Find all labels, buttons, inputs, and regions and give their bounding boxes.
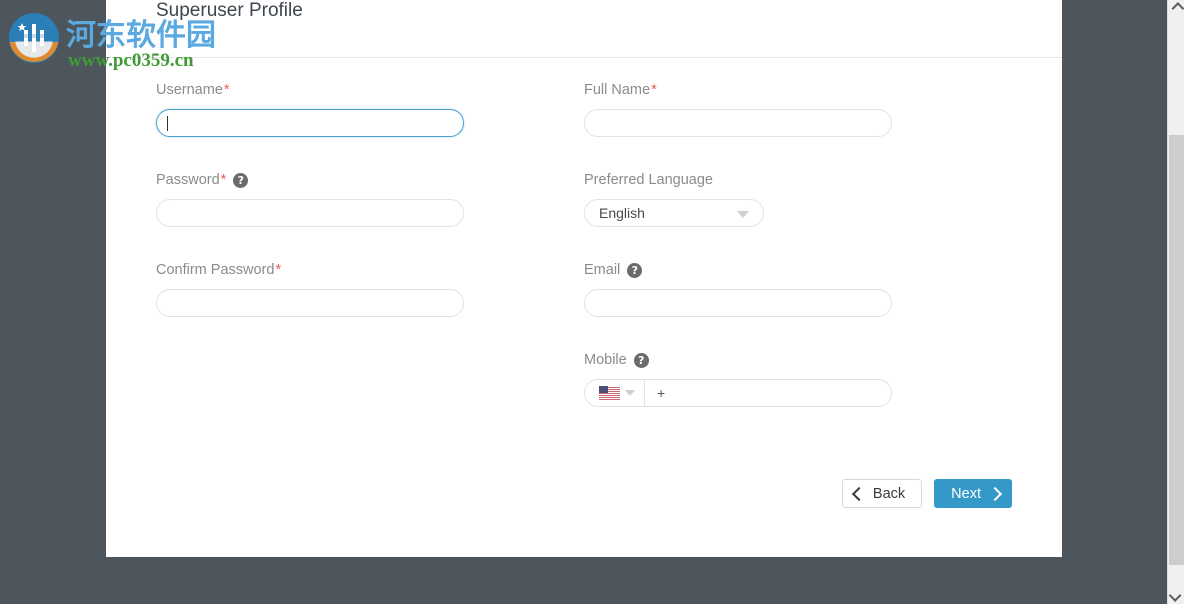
field-confirm-password: Confirm Password *: [156, 261, 464, 317]
superuser-profile-form: Username * Password * ? Confirm Password *: [106, 57, 1062, 557]
chevron-down-icon: [1168, 589, 1181, 602]
vertical-scrollbar[interactable]: [1167, 0, 1184, 604]
username-label-text: Username: [156, 82, 223, 98]
username-required-mark: *: [223, 82, 230, 98]
chevron-up-icon: [1171, 2, 1184, 15]
question-mark-icon[interactable]: ?: [633, 352, 649, 368]
mobile-label-text: Mobile: [584, 352, 627, 368]
full-name-input[interactable]: [584, 109, 892, 137]
password-label-text: Password: [156, 172, 220, 188]
field-email: Email ?: [584, 261, 892, 317]
preferred-language-label: Preferred Language: [584, 171, 892, 189]
next-button-label: Next: [951, 485, 981, 502]
back-button-label: Back: [872, 485, 906, 502]
triangle-down-icon: [624, 390, 635, 396]
page-title: Superuser Profile: [156, 0, 303, 21]
chevron-right-icon: [987, 486, 1003, 501]
wizard-panel: Superuser Profile Username * Password * ?: [106, 0, 1062, 557]
scroll-up-button[interactable]: [1168, 0, 1184, 17]
username-input[interactable]: [156, 109, 464, 137]
preferred-language-label-text: Preferred Language: [584, 172, 713, 188]
question-mark-icon[interactable]: ?: [233, 172, 249, 188]
us-flag-icon: [598, 386, 620, 400]
email-label: Email ?: [584, 261, 892, 279]
country-code-select[interactable]: [585, 380, 645, 406]
mobile-input-group: [584, 379, 892, 407]
confirm-password-label: Confirm Password *: [156, 261, 464, 279]
field-mobile: Mobile ?: [584, 351, 892, 407]
confirm-password-label-text: Confirm Password: [156, 262, 275, 278]
password-label: Password * ?: [156, 171, 464, 189]
triangle-down-icon: [737, 211, 749, 218]
field-preferred-language: Preferred Language English: [584, 171, 892, 227]
username-label: Username *: [156, 81, 464, 99]
email-label-text: Email: [584, 262, 621, 278]
scrollbar-thumb[interactable]: [1169, 135, 1184, 565]
password-input[interactable]: [156, 199, 464, 227]
question-mark-icon[interactable]: ?: [627, 262, 643, 278]
field-full-name: Full Name *: [584, 81, 892, 137]
next-button[interactable]: Next: [934, 479, 1012, 508]
preferred-language-value: English: [599, 205, 645, 221]
full-name-label: Full Name *: [584, 81, 892, 99]
text-caret: [167, 116, 168, 131]
confirm-password-input[interactable]: [156, 289, 464, 317]
mobile-number-input[interactable]: [645, 380, 891, 406]
wizard-button-row: Back Next: [841, 479, 1012, 508]
mobile-label: Mobile ?: [584, 351, 892, 369]
field-username: Username *: [156, 81, 464, 137]
site-logo-icon: [9, 13, 59, 63]
confirm-password-required-mark: *: [275, 262, 282, 278]
full-name-required-mark: *: [651, 82, 657, 98]
full-name-label-text: Full Name: [584, 82, 651, 98]
field-password: Password * ?: [156, 171, 464, 227]
preferred-language-select[interactable]: English: [584, 199, 764, 227]
back-button[interactable]: Back: [841, 479, 923, 508]
password-required-mark: *: [220, 172, 227, 188]
scroll-down-button[interactable]: [1168, 587, 1184, 604]
chevron-left-icon: [851, 486, 866, 501]
email-input[interactable]: [584, 289, 892, 317]
